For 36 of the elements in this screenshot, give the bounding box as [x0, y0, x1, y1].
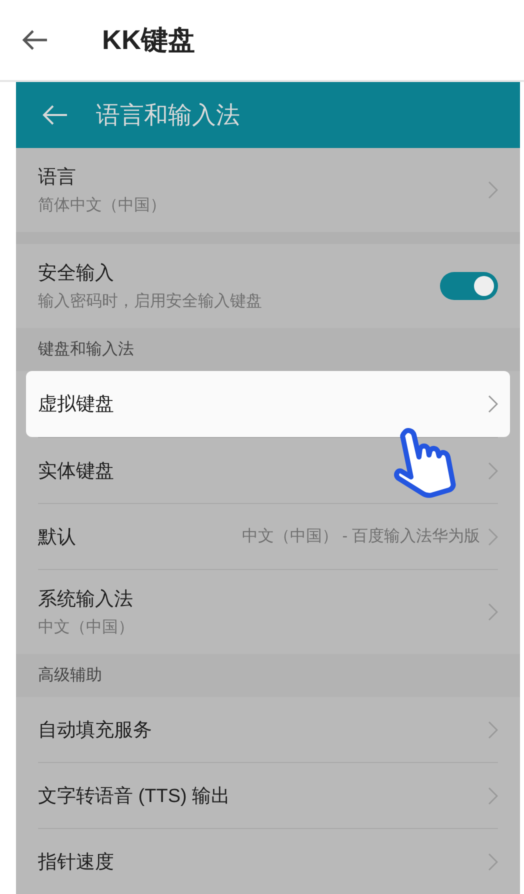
- chevron-icon: [488, 603, 498, 621]
- setting-row[interactable]: 指针速度: [16, 829, 520, 894]
- setting-title: 实体键盘: [38, 460, 115, 484]
- chevron-icon: [488, 181, 498, 199]
- setting-row[interactable]: 默认 中文（中国） - 百度输入法华为版: [16, 504, 520, 569]
- setting-row[interactable]: 语言 简体中文（中国）: [16, 148, 520, 232]
- setting-title: 语言: [38, 166, 77, 190]
- setting-row[interactable]: 安全输入 输入密码时，启用安全输入键盘: [16, 244, 520, 328]
- settings-title: 语言和输入法: [96, 101, 240, 131]
- setting-row[interactable]: 文字转语音 (TTS) 输出: [16, 763, 520, 828]
- setting-row[interactable]: 自动填充服务: [16, 697, 520, 762]
- back-icon[interactable]: [22, 29, 48, 51]
- toggle-switch[interactable]: [440, 272, 498, 300]
- setting-subtitle: 中文（中国）: [38, 618, 135, 638]
- setting-title: 自动填充服务: [38, 718, 153, 742]
- setting-title: 虚拟键盘: [38, 393, 115, 417]
- setting-title: 安全输入: [38, 262, 115, 286]
- setting-row[interactable]: 系统输入法 中文（中国）: [16, 570, 520, 654]
- section-header: 键盘和输入法: [38, 340, 134, 360]
- setting-subtitle: 输入密码时，启用安全输入键盘: [38, 292, 263, 312]
- setting-value: 中文（中国） - 百度输入法华为版: [242, 526, 480, 547]
- section-header: 高级辅助: [38, 666, 102, 686]
- setting-subtitle: 简体中文（中国）: [38, 196, 167, 216]
- setting-title: 默认: [38, 526, 77, 550]
- setting-title: 文字转语音 (TTS) 输出: [38, 784, 232, 808]
- setting-title: 系统输入法: [38, 588, 134, 612]
- chevron-icon: [488, 720, 498, 738]
- chevron-icon: [488, 852, 498, 870]
- highlighted-setting-row[interactable]: 虚拟键盘: [26, 371, 510, 437]
- setting-title: 指针速度: [38, 850, 115, 874]
- chevron-icon: [488, 786, 498, 804]
- chevron-icon: [488, 528, 498, 546]
- chevron-icon: [488, 462, 498, 480]
- chevron-icon: [488, 395, 498, 413]
- app-title: KK键盘: [102, 24, 195, 57]
- setting-row[interactable]: 实体键盘: [16, 438, 520, 503]
